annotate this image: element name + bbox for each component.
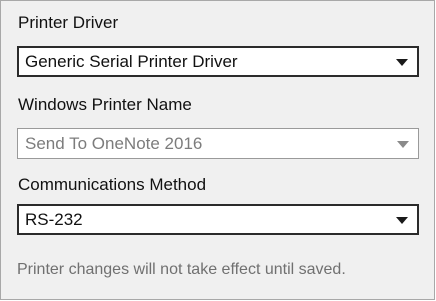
printer-driver-label: Printer Driver (18, 13, 119, 32)
windows-printer-name-dropdown: Send To OneNote 2016 (17, 128, 419, 159)
printer-driver-selected-value: Generic Serial Printer Driver (25, 52, 238, 71)
chevron-down-icon[interactable] (396, 217, 408, 224)
communications-method-selected-value: RS-232 (25, 210, 83, 229)
windows-printer-name-label: Windows Printer Name (18, 95, 192, 114)
chevron-down-icon (397, 141, 409, 148)
windows-printer-name-selected-value: Send To OneNote 2016 (25, 134, 203, 153)
printer-driver-dropdown[interactable]: Generic Serial Printer Driver (17, 46, 419, 77)
printer-settings-panel: Printer Driver Generic Serial Printer Dr… (0, 0, 435, 300)
communications-method-label: Communications Method (18, 175, 207, 194)
communications-method-dropdown[interactable]: RS-232 (17, 204, 419, 235)
unsaved-changes-notice: Printer changes will not take effect unt… (17, 261, 346, 278)
chevron-down-icon[interactable] (396, 59, 408, 66)
